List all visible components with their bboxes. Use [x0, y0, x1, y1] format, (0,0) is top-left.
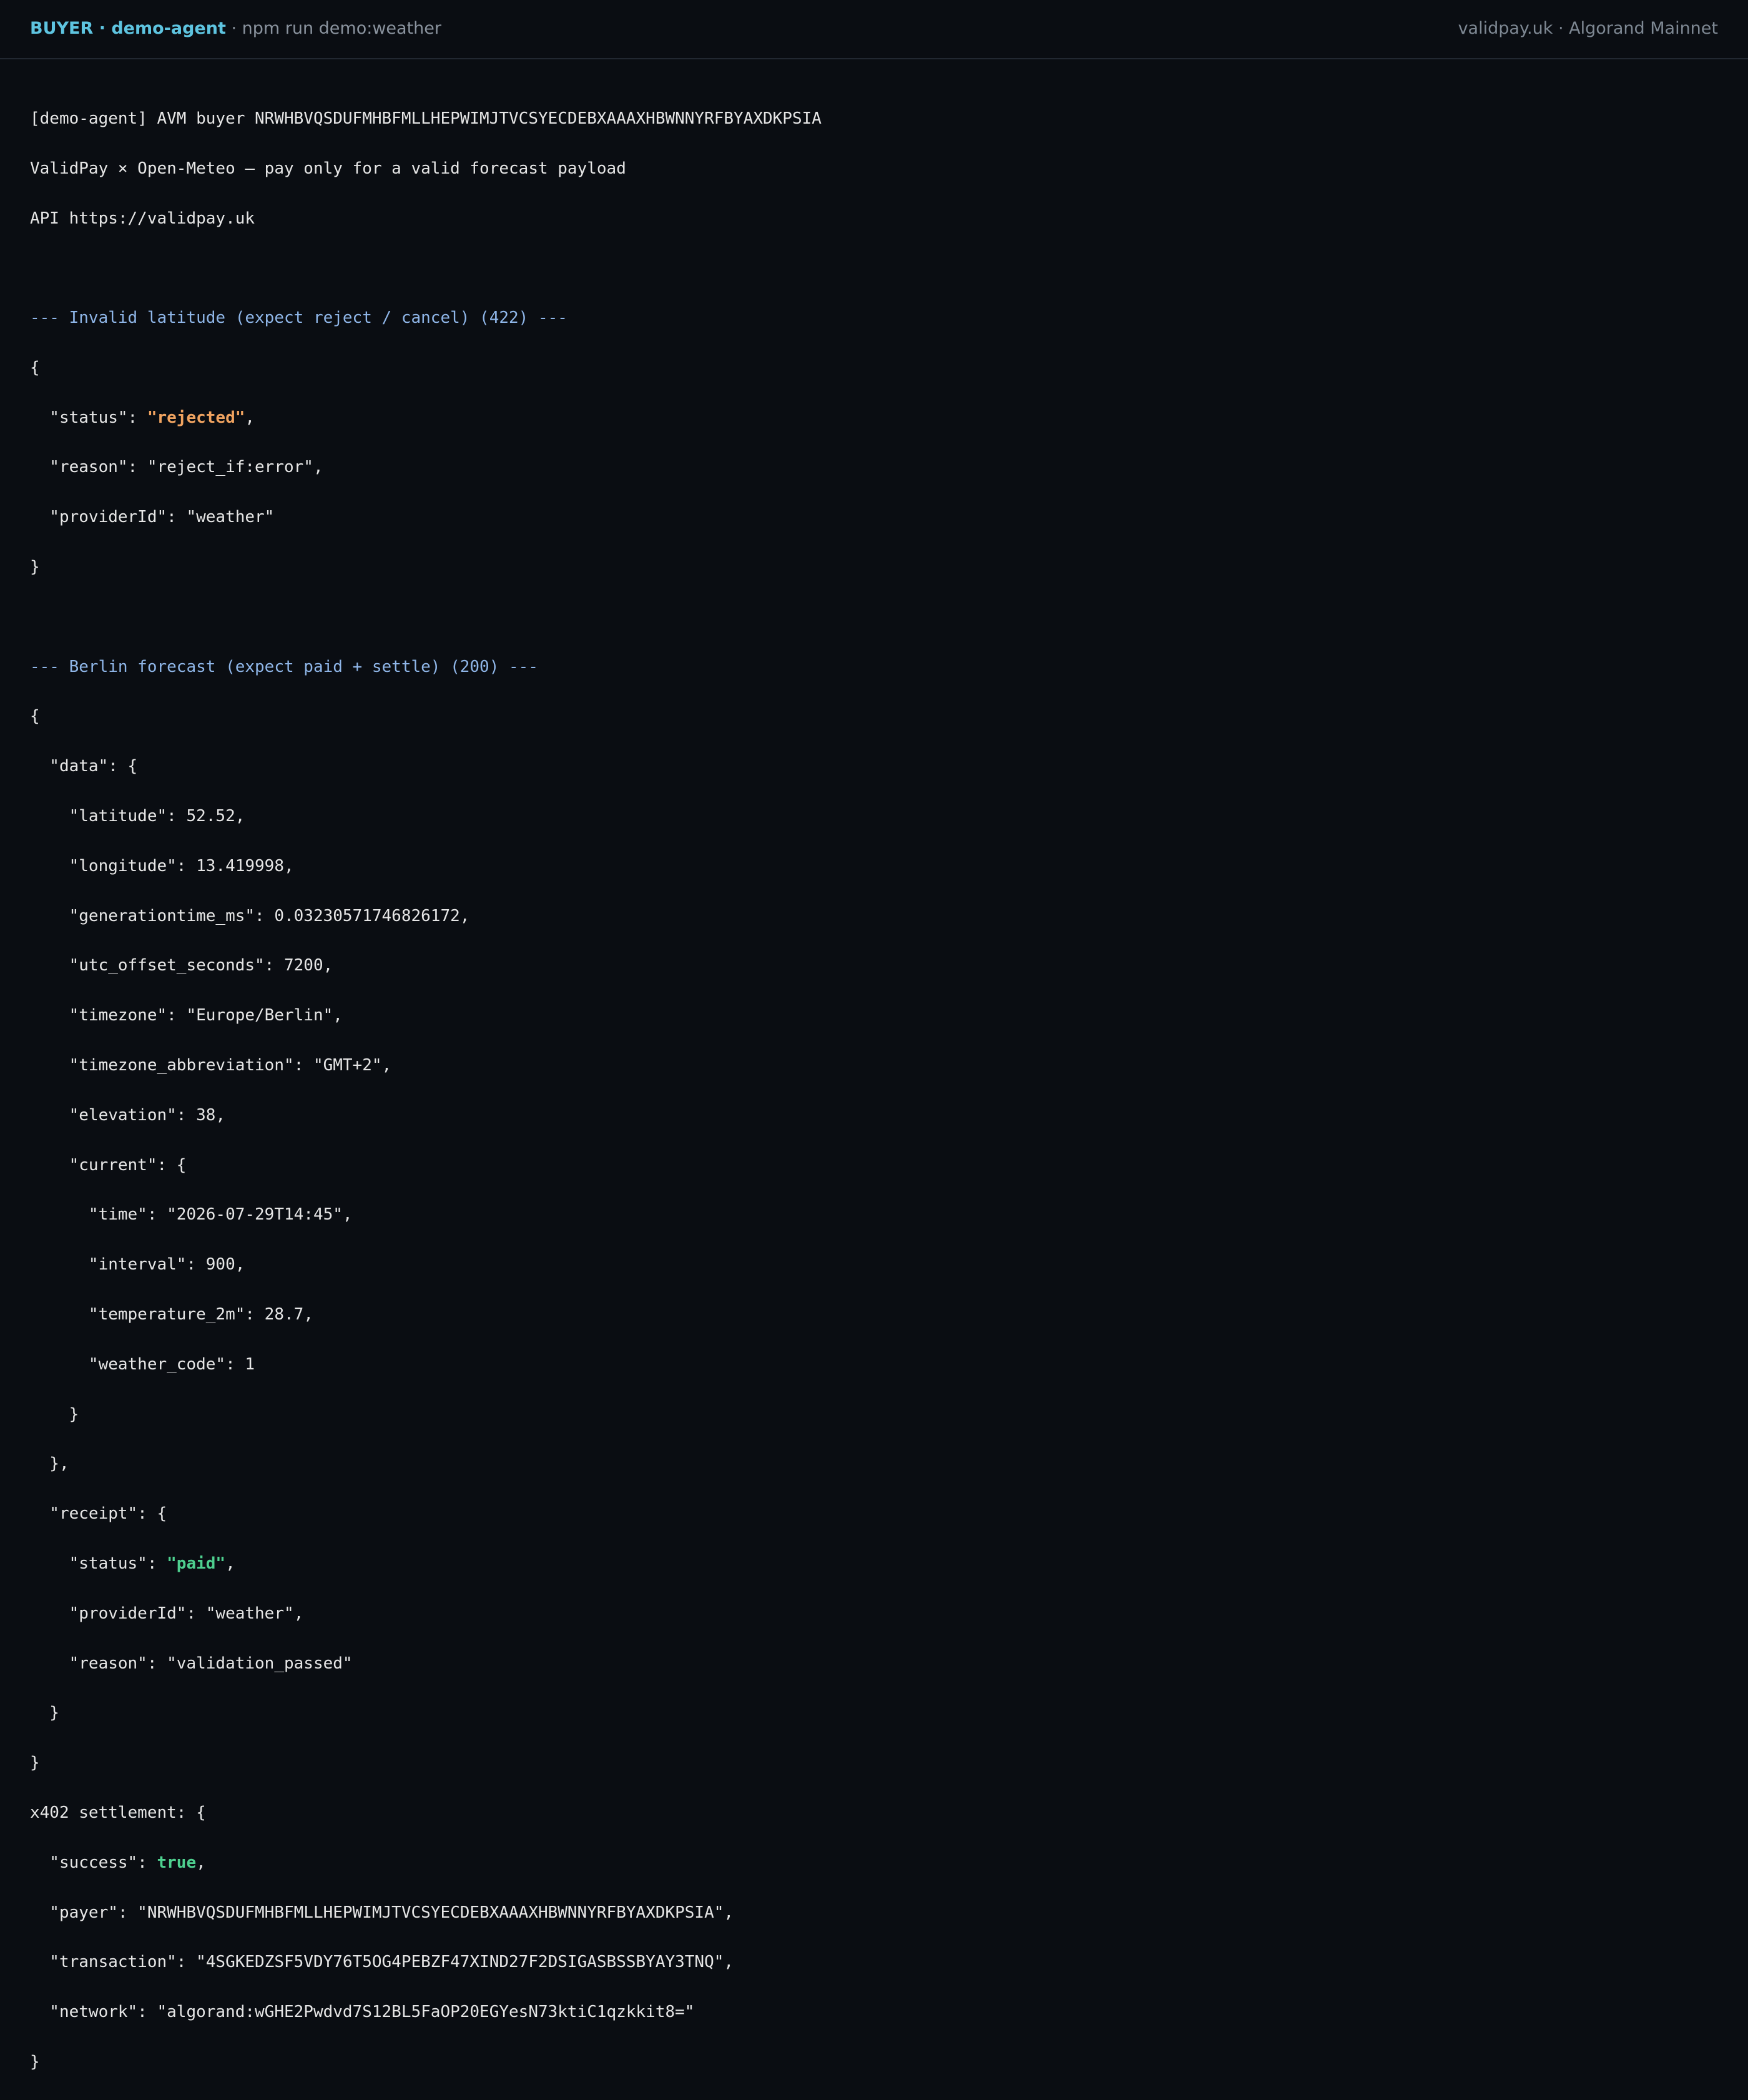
json-line: "elevation": 38,	[30, 1105, 226, 1125]
json-line: "reason": "reject_if:error",	[30, 458, 323, 477]
json-line: "data": {	[30, 757, 138, 776]
role-label: BUYER	[30, 19, 94, 38]
json-line: "longitude": 13.419998,	[30, 856, 294, 875]
berlin-section-heading: --- Berlin forecast (expect paid + settl…	[30, 657, 538, 676]
rejected-status-value: "rejected"	[147, 408, 245, 427]
api-line: API https://validpay.uk	[30, 209, 255, 228]
json-punct: ,	[245, 408, 255, 427]
json-line: "interval": 900,	[30, 1255, 245, 1274]
success-value: true	[157, 1853, 197, 1872]
json-line: "weather_code": 1	[30, 1354, 255, 1374]
tagline: ValidPay × Open-Meteo — pay only for a v…	[30, 159, 626, 178]
agent-name: demo-agent	[111, 19, 226, 38]
invalid-status-line: "status": "rejected",	[30, 406, 1716, 431]
json-line: "reason": "validation_passed"	[30, 1654, 353, 1673]
paid-status-value: "paid"	[167, 1554, 226, 1574]
json-punct: ,	[196, 1853, 206, 1872]
settlement-success-line: "success": true,	[30, 1851, 1716, 1876]
buyer-line: [demo-agent] AVM buyer NRWHBVQSDUFMHBFML…	[30, 109, 822, 128]
json-line: },	[30, 1454, 69, 1474]
invalid-section-heading: --- Invalid latitude (expect reject / ca…	[30, 308, 567, 328]
settlement-heading: x402 settlement: {	[30, 1803, 206, 1822]
json-key: "status":	[30, 408, 147, 427]
json-punct: ,	[225, 1554, 235, 1574]
json-line: "providerId": "weather"	[30, 508, 275, 527]
json-line: "utc_offset_seconds": 7200,	[30, 956, 333, 975]
json-line: "temperature_2m": 28.7,	[30, 1305, 313, 1324]
json-line: {	[30, 358, 40, 377]
console-output: [demo-agent] AVM buyer NRWHBVQSDUFMHBFML…	[30, 82, 1716, 2100]
command-label: npm run demo:weather	[242, 19, 441, 38]
json-line: "generationtime_ms": 0.03230571746826172…	[30, 906, 470, 925]
json-line: "providerId": "weather",	[30, 1604, 304, 1623]
json-line: }	[30, 1753, 40, 1773]
json-line: "transaction": "4SGKEDZSF5VDY76T5OG4PEBZ…	[30, 1953, 734, 1972]
json-line: }	[30, 1404, 79, 1424]
role-separator: ·	[93, 19, 112, 38]
json-line: "timezone_abbreviation": "GMT+2",	[30, 1056, 392, 1075]
json-line: "latitude": 52.52,	[30, 807, 245, 826]
json-line: "network": "algorand:wGHE2Pwdvd7S12BL5Fa…	[30, 2003, 695, 2022]
command-separator: ·	[225, 19, 242, 38]
terminal-header: BUYER · demo-agent · npm run demo:weathe…	[0, 0, 1748, 59]
json-line: "time": "2026-07-29T14:45",	[30, 1205, 353, 1225]
json-line: }	[30, 558, 40, 577]
header-title: BUYER · demo-agent · npm run demo:weathe…	[30, 19, 441, 38]
json-line: "payer": "NRWHBVQSDUFMHBFMLLHEPWIMJTVCSY…	[30, 1903, 734, 1922]
json-line: "receipt": {	[30, 1504, 167, 1524]
json-key: "success":	[30, 1853, 157, 1872]
json-line: "timezone": "Europe/Berlin",	[30, 1006, 343, 1025]
json-line: }	[30, 1703, 59, 1723]
json-line: "current": {	[30, 1155, 187, 1175]
json-line: }	[30, 2052, 40, 2071]
json-line: {	[30, 707, 40, 726]
network-label: validpay.uk · Algorand Mainnet	[1458, 19, 1718, 38]
json-key: "status":	[30, 1554, 167, 1574]
receipt-status-line: "status": "paid",	[30, 1552, 1716, 1577]
